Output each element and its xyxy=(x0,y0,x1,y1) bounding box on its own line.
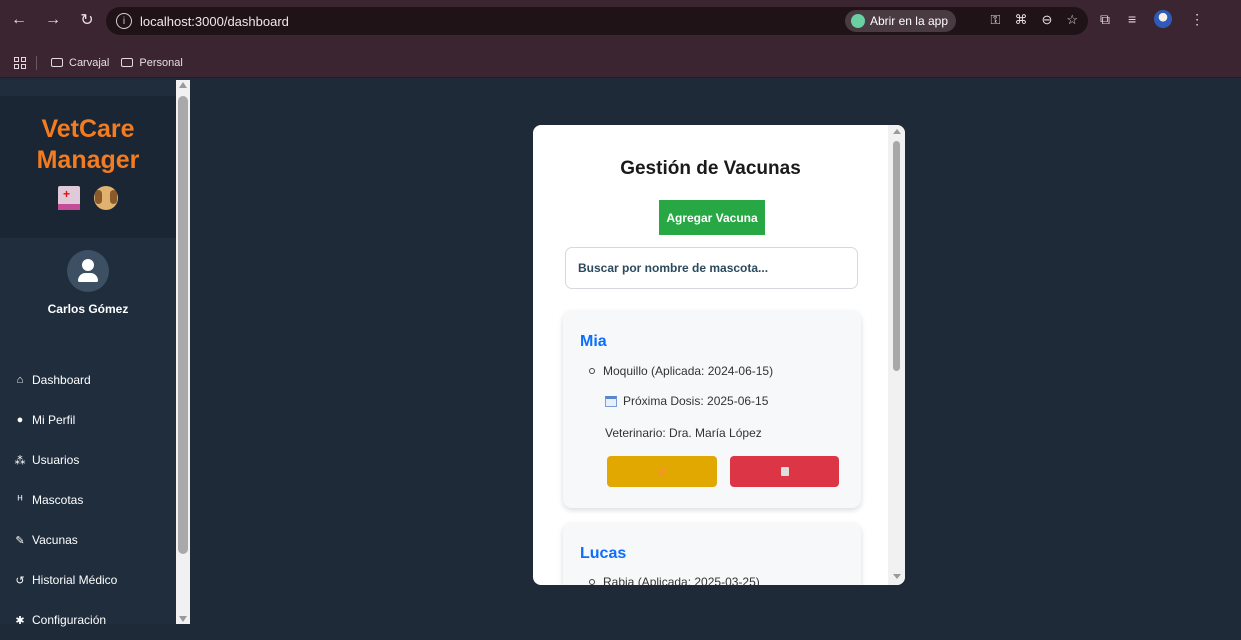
open-in-app-button[interactable]: Abrir en la app xyxy=(844,10,956,32)
trash-icon xyxy=(780,467,789,476)
pet-name: Mia xyxy=(580,333,607,350)
add-vaccine-button[interactable]: Agregar Vacuna xyxy=(659,200,765,235)
brand-title: VetCare Manager xyxy=(0,114,176,176)
address-bar[interactable]: i localhost:3000/dashboard Abrir en la a… xyxy=(106,7,1088,35)
pencil-icon xyxy=(657,467,667,476)
apps-grid-icon[interactable] xyxy=(14,56,26,69)
sidebar-item-historial[interactable]: ↺ Historial Médico xyxy=(14,560,117,600)
vaccine-card: Lucas Rabia (Aplicada: 2025-03-25) xyxy=(563,523,861,593)
sidebar-item-configuracion[interactable]: ✱ Configuración xyxy=(14,600,117,640)
vaccine-entry: Moquillo (Aplicada: 2024-06-15) xyxy=(589,364,773,378)
hospital-icon xyxy=(58,186,80,210)
sidebar-item-label: Historial Médico xyxy=(32,573,118,587)
user-name: Carlos Gómez xyxy=(47,302,129,316)
bookmark-star-icon[interactable]: ☆ xyxy=(1066,12,1078,28)
modal-scroll-thumb[interactable] xyxy=(893,141,900,371)
vet-name: Veterinario: Dra. María López xyxy=(605,426,762,440)
scroll-up-icon[interactable] xyxy=(893,129,901,134)
brand-block: VetCare Manager xyxy=(0,96,176,238)
home-icon: ⌂ xyxy=(16,374,24,386)
zoom-icon[interactable]: ⊖ xyxy=(1041,12,1052,28)
sidebar-item-label: Dashboard xyxy=(32,373,91,387)
key-icon[interactable]: ⚿ xyxy=(991,12,1001,28)
vaccine-text: Moquillo (Aplicada: 2024-06-15) xyxy=(603,364,774,378)
next-dose: Próxima Dosis: 2025-06-15 xyxy=(605,394,768,408)
sidebar-item-label: Mi Perfil xyxy=(32,413,76,427)
calendar-icon xyxy=(605,395,617,407)
users-icon: ⁂ xyxy=(14,454,26,467)
brand-line-2: Manager xyxy=(36,146,140,174)
pet-name: Lucas xyxy=(580,545,627,562)
brand-line-1: VetCare xyxy=(41,115,135,143)
profile-avatar-icon[interactable] xyxy=(1154,10,1173,28)
user-icon: ● xyxy=(16,414,24,426)
syringe-icon: ✎ xyxy=(15,534,25,547)
reload-icon[interactable]: ↻ xyxy=(76,10,98,30)
gear-icon: ✱ xyxy=(15,614,25,627)
pet-search-input[interactable]: Buscar por nombre de mascota... xyxy=(565,247,858,289)
sidebar-item-label: Mascotas xyxy=(32,493,84,507)
sidebar: VetCare Manager Carlos Gómez ⌂ Dashboard… xyxy=(0,80,176,627)
next-dose-text: Próxima Dosis: 2025-06-15 xyxy=(623,394,769,408)
url-text: localhost:3000/dashboard xyxy=(140,13,289,29)
open-in-app-label: Abrir en la app xyxy=(869,14,948,28)
vaccine-card: Mia Moquillo (Aplicada: 2024-06-15) Próx… xyxy=(563,311,861,508)
app-icon xyxy=(850,14,865,28)
browser-toolbar: ← → ↻ i localhost:3000/dashboard Abrir e… xyxy=(0,0,1241,48)
bookmark-label: Carvajal xyxy=(69,56,110,69)
menu-kebab-icon[interactable]: ⋮ xyxy=(1190,11,1204,28)
sidebar-item-dashboard[interactable]: ⌂ Dashboard xyxy=(14,360,117,400)
edit-button[interactable] xyxy=(607,456,717,487)
back-icon[interactable]: ← xyxy=(8,11,30,29)
history-icon: ↺ xyxy=(15,574,25,587)
avatar xyxy=(67,250,109,292)
sidebar-item-mascotas[interactable]: ᴴ Mascotas xyxy=(14,480,117,520)
main-background-strip xyxy=(533,585,905,624)
forward-icon[interactable]: → xyxy=(42,11,64,29)
scroll-down-icon[interactable] xyxy=(893,574,901,579)
bookmark-label: Personal xyxy=(139,56,183,69)
modal-title: Gestión de Vacunas xyxy=(620,158,801,179)
bookmark-separator xyxy=(36,55,37,70)
dog-icon: ᴴ xyxy=(17,494,23,506)
bullet-icon xyxy=(589,368,595,374)
sidebar-menu: ⌂ Dashboard ● Mi Perfil ⁂ Usuarios ᴴ Mas… xyxy=(14,360,118,640)
sidebar-item-label: Usuarios xyxy=(32,453,80,467)
sidebar-item-usuarios[interactable]: ⁂ Usuarios xyxy=(14,440,117,480)
sidebar-item-mi-perfil[interactable]: ● Mi Perfil xyxy=(14,400,117,440)
translate-icon[interactable]: ⌘ xyxy=(1014,12,1027,28)
reading-list-icon[interactable]: ≡ xyxy=(1128,11,1136,27)
sidebar-item-label: Configuración xyxy=(32,613,107,627)
site-info-icon[interactable]: i xyxy=(116,13,132,29)
bookmark-folder-carvajal[interactable]: Carvajal xyxy=(51,57,109,69)
bookmark-folder-personal[interactable]: Personal xyxy=(121,56,183,69)
dog-face-icon xyxy=(94,186,118,210)
sidebar-scroll-thumb[interactable] xyxy=(178,96,188,554)
extensions-icon[interactable]: ⧉ xyxy=(1100,11,1110,28)
folder-icon xyxy=(51,58,63,67)
scroll-down-icon[interactable] xyxy=(179,616,187,622)
scroll-up-icon[interactable] xyxy=(179,82,187,88)
bookmarks-bar: Carvajal Personal xyxy=(0,48,1241,78)
delete-button[interactable] xyxy=(730,456,839,487)
sidebar-item-label: Vacunas xyxy=(32,533,78,547)
folder-icon xyxy=(121,58,134,67)
sidebar-item-vacunas[interactable]: ✎ Vacunas xyxy=(14,520,117,560)
